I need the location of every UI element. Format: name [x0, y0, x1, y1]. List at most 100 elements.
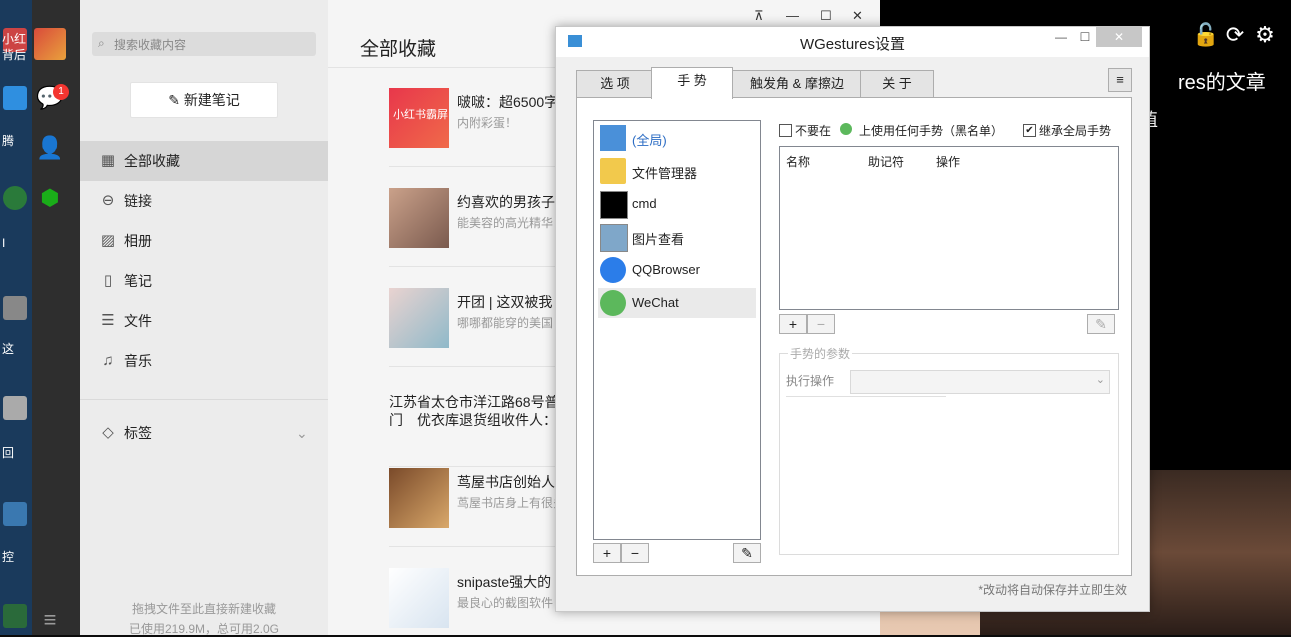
remove-app-button[interactable]: − [621, 543, 649, 563]
favorite-thumbnail: 小红书霸屏 [389, 88, 449, 148]
recycle-bin-icon[interactable] [3, 396, 27, 420]
contacts-icon[interactable]: 👤 [36, 134, 64, 162]
app-list-item[interactable]: (全局) [598, 123, 756, 153]
blacklist-label-b: 上使用任何手势（黑名单） [859, 124, 1004, 138]
menu-icon[interactable]: ≡ [36, 606, 64, 634]
settings-icon[interactable]: ⚙ [1252, 22, 1278, 48]
sidebar-item[interactable]: ⊖ 链接 [80, 181, 328, 221]
wechat-icon [840, 123, 852, 135]
sidebar-item[interactable]: ▨ 相册 [80, 221, 328, 261]
favorite-item[interactable]: 茑屋书店创始人 茑屋书店身上有很多 [389, 468, 579, 528]
cursor-icon [600, 125, 626, 151]
app-list[interactable]: (全局) 文件管理器 cmd 图片查看 QQBrowser WeChat [593, 120, 761, 540]
music-icon: ♫ [102, 352, 114, 369]
favorite-item[interactable]: 开团 | 这双被我 哪哪都能穿的美国 [389, 288, 579, 348]
sidebar-item-label: 文件 [124, 313, 152, 329]
menu-button[interactable]: ≡ [1108, 68, 1132, 92]
tab[interactable]: 选 项 [576, 70, 654, 97]
favorite-item[interactable]: 约喜欢的男孩子 能美容的高光精华 [389, 188, 579, 248]
app-list-item[interactable]: cmd [598, 189, 756, 219]
app-label: (全局) [632, 133, 667, 148]
column-header: 操作 [936, 155, 961, 169]
divider [389, 166, 579, 167]
tencent-icon[interactable] [3, 86, 27, 110]
favorite-item[interactable]: 小红书霸屏 啵啵：超6500字 内附彩蛋！ [389, 88, 579, 148]
close-icon[interactable]: ✕ [852, 8, 863, 24]
sidebar-item[interactable]: ☰ 文件 [80, 301, 328, 341]
new-note-button[interactable]: ✎ 新建笔记 [130, 82, 278, 118]
title-bar: WGestures设置 — ☐ ✕ [556, 27, 1149, 57]
divider [389, 546, 579, 547]
sidebar-item-label: 相册 [124, 233, 152, 249]
edit-app-button[interactable]: ✎ [733, 543, 761, 563]
app-list-item[interactable]: WeChat [598, 288, 756, 318]
computer-icon[interactable] [3, 296, 27, 320]
pin-icon[interactable]: ⊼ [754, 8, 764, 24]
favorites-icon[interactable]: ⬢ [36, 184, 64, 212]
add-app-button[interactable]: + [593, 543, 621, 563]
tab[interactable]: 手 势 [651, 67, 733, 99]
tags-item[interactable]: ◇ 标签 ⌄ [80, 413, 328, 453]
desktop-left-strip: 小红 背后 腾 I 这 回 控 [0, 0, 32, 635]
remove-gesture-button[interactable]: − [807, 314, 835, 334]
maximize-icon[interactable]: ☐ [820, 8, 832, 24]
control-panel-icon[interactable] [3, 502, 27, 526]
link-icon: ⊖ [101, 192, 115, 209]
sidebar-item[interactable]: ▦ 全部收藏 [80, 141, 328, 181]
page-title: 全部收藏 [360, 39, 437, 60]
avatar[interactable] [34, 28, 66, 60]
exec-label: 执行操作 [786, 374, 835, 388]
background-article-title: res的文章 [1178, 72, 1266, 94]
sidebar-item-label: 全部收藏 [124, 153, 180, 169]
tab[interactable]: 关 于 [860, 70, 934, 97]
autosave-note: *改动将自动保存并立即生效 [978, 583, 1127, 597]
favorite-thumbnail [389, 468, 449, 528]
sidebar-item[interactable]: ▯ 笔记 [80, 261, 328, 301]
thumbnail-text: 小红书霸屏 [393, 109, 448, 121]
column-header: 助记符 [868, 155, 905, 169]
refresh-icon[interactable]: ⟳ [1222, 22, 1248, 48]
edit-gesture-button[interactable]: ✎ [1087, 314, 1115, 334]
divider [389, 466, 579, 467]
favorite-subtitle: 茑屋书店身上有很多 [457, 496, 566, 510]
inherit-global-checkbox[interactable]: ✔ [1023, 124, 1036, 137]
note-icon: ▯ [103, 272, 113, 289]
globe-icon[interactable] [3, 186, 27, 210]
photo-icon: ▨ [100, 232, 116, 249]
maximize-icon[interactable]: ☐ [1072, 27, 1098, 47]
desktop-label: 背后 [2, 48, 27, 62]
desktop-app-icon[interactable] [3, 604, 27, 628]
blacklist-checkbox[interactable] [779, 124, 792, 137]
divider [389, 266, 579, 267]
close-icon[interactable]: ✕ [1096, 27, 1142, 47]
exec-action-select[interactable]: ⌄ [850, 370, 1110, 394]
lock-icon[interactable]: 🔓 [1192, 22, 1219, 48]
app-list-item[interactable]: 文件管理器 [598, 156, 756, 186]
app-list-item[interactable]: 图片查看 [598, 222, 756, 252]
tag-icon: ◇ [102, 424, 114, 441]
tab[interactable]: 触发角 & 摩擦边 [731, 70, 863, 97]
desktop-label: I [2, 236, 6, 250]
sidebar-item[interactable]: ♫ 音乐 [80, 341, 328, 381]
app-list-item[interactable]: QQBrowser [598, 255, 756, 285]
divider [389, 366, 579, 367]
drop-hint: 拖拽文件至此直接新建收藏 [131, 602, 276, 616]
favorite-thumbnail [389, 188, 449, 248]
favorite-item[interactable]: 江苏省太仓市洋江路68号普门 优衣库退货组收件人： [389, 388, 579, 448]
image-viewer-icon [600, 224, 628, 252]
favorite-item[interactable]: snipaste强大的 最良心的截图软件 [389, 568, 579, 628]
blacklist-label-a: 不要在 [795, 124, 832, 138]
minimize-icon[interactable]: — [786, 8, 799, 23]
wgestures-window: WGestures设置 — ☐ ✕ ≡ (全局) 文件管理器 cmd 图片查看 QQBr… [555, 26, 1150, 612]
favorite-thumbnail [389, 288, 449, 348]
search-input[interactable]: ⌕ 搜索收藏内容 [92, 32, 316, 56]
favorite-title: 江苏省太仓市洋江路68号普 [389, 394, 559, 410]
favorite-subtitle: 能美容的高光精华 [457, 216, 554, 230]
minimize-icon[interactable]: — [1048, 27, 1074, 47]
chevron-down-icon[interactable]: ⌄ [296, 413, 308, 453]
gesture-table[interactable]: 名称 助记符 操作 [779, 146, 1119, 310]
desktop-label: 腾 [2, 134, 15, 148]
desktop-label: 回 [2, 446, 15, 460]
chevron-down-icon: ⌄ [1095, 374, 1105, 386]
add-gesture-button[interactable]: + [779, 314, 807, 334]
